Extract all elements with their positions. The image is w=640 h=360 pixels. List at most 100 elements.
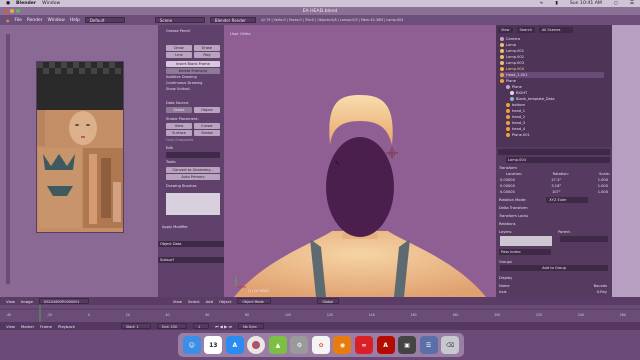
search-icon[interactable]: ○ (614, 1, 618, 6)
poly-button[interactable]: Poly (194, 52, 220, 58)
layers-grid[interactable] (500, 236, 552, 246)
image-menu[interactable]: Image (21, 299, 33, 304)
mesh-icon (506, 127, 510, 131)
drawing-brushes-header[interactable]: Drawing Brushes (166, 184, 197, 188)
convert-to-geometry-button[interactable]: Convert to Geometry... (166, 167, 220, 173)
only-endpoints-check[interactable]: Only Endpoints (166, 138, 193, 142)
object-source-button[interactable]: Object (194, 107, 220, 113)
auto-primary-button[interactable]: Auto Primary (166, 174, 220, 180)
android-icon[interactable]: ▲ (268, 336, 287, 354)
end-frame-field[interactable]: End: 250 (156, 323, 187, 329)
screenshot-icon[interactable]: ▣ (398, 336, 417, 354)
uv-texture-image[interactable] (36, 61, 124, 233)
start-frame-field[interactable]: Start: 1 (120, 323, 151, 329)
3d-viewport[interactable]: User Ortho (1) EA HEAD (224, 25, 496, 297)
timeline-editor[interactable]: -40 -20 0 20 40 60 80 100 120 140 160 180 200 220 240 2… (0, 305, 640, 322)
creative-cloud-icon[interactable]: ∞ (355, 336, 374, 354)
display-options-row-2[interactable]: Axis X-Ray (499, 289, 607, 295)
object-data-selector[interactable]: Object Data (158, 241, 224, 247)
rotation-mode-row[interactable]: Rotation Mode: XYZ Euler (499, 197, 589, 203)
apple-icon[interactable]: ● (6, 1, 10, 6)
view-placement-button[interactable]: View (166, 123, 192, 129)
scene-source-button[interactable]: Scene (166, 107, 192, 113)
grease-pencil-header[interactable]: Grease Pencil (166, 29, 190, 33)
timeline-playback-menu[interactable]: Playback (58, 324, 75, 329)
additive-drawing-check[interactable]: Additive Drawing (166, 75, 197, 79)
zoom-window-button[interactable] (16, 9, 20, 13)
timeline-marker-menu[interactable]: Marker (21, 324, 34, 329)
finder-icon[interactable]: ☺ (182, 336, 201, 354)
blender-icon[interactable]: ◉ (333, 336, 352, 354)
trash-icon[interactable]: ⌫ (441, 336, 460, 354)
delta-transform-header[interactable]: Delta Transform (499, 205, 528, 211)
display-header[interactable]: Display (499, 275, 512, 281)
stroke-placement-label: Stroke Placement: (166, 117, 199, 121)
photos-icon[interactable]: ✿ (311, 336, 330, 354)
current-frame-field[interactable]: 1 (192, 323, 209, 329)
viewport-object-menu[interactable]: Object (219, 299, 231, 304)
layout-selector[interactable]: Default (84, 17, 125, 23)
notes-icon[interactable]: ☰ (419, 336, 438, 354)
line-button[interactable]: Line (166, 52, 192, 58)
transform-row-z[interactable]: 0.00000 107° 1.000 (500, 189, 608, 195)
acrobat-icon[interactable]: A (376, 336, 395, 354)
mesh-icon (506, 133, 510, 137)
menu-file[interactable]: File (15, 18, 22, 23)
insert-blank-frame-button[interactable]: Insert Blank Frame (166, 61, 220, 67)
lamp-icon (500, 49, 504, 53)
draw-button[interactable]: Draw (166, 45, 192, 51)
menu-render[interactable]: Render (27, 18, 43, 23)
erase-button[interactable]: Erase (194, 45, 220, 51)
menu-icon[interactable]: ☰ (630, 1, 634, 6)
apply-modifier-header[interactable]: Apply Modifier (162, 225, 188, 229)
cursor-placement-button[interactable]: Cursor (194, 123, 220, 129)
delete-frame-button[interactable]: Delete Frame(s) (166, 68, 220, 74)
viewport-view-menu[interactable]: View (173, 299, 182, 304)
image-name-field[interactable]: DSC04600P.0000001 (38, 298, 89, 304)
calendar-icon[interactable]: 13 (204, 336, 223, 354)
image-view-menu[interactable]: View (6, 299, 15, 304)
menu-help[interactable]: Help (70, 18, 80, 23)
mode-selector[interactable]: Object Mode (237, 298, 272, 304)
parent-field[interactable] (560, 236, 608, 242)
wifi-icon[interactable]: ≈ (539, 1, 543, 6)
settings-icon[interactable]: ⚙ (290, 336, 309, 354)
stroke-placement-button[interactable]: Stroke (194, 130, 220, 136)
chrome-icon[interactable] (247, 336, 266, 354)
menu-window[interactable]: Window (48, 18, 65, 23)
app-menu[interactable]: Blender (16, 1, 36, 6)
timeline-view-menu[interactable]: View (6, 324, 15, 329)
outliner-row-plane-001[interactable]: Plane.001 (506, 132, 530, 138)
minimize-window-button[interactable] (10, 9, 14, 13)
viewport-select-menu[interactable]: Select (188, 299, 200, 304)
outliner-search-menu[interactable]: Search (516, 27, 535, 33)
playback-controls[interactable]: ⏮ ◀ ▶ ⏭ (215, 324, 232, 329)
show-unitvol-check[interactable]: Show Unitvol. (166, 87, 191, 91)
relations-header[interactable]: Relations (499, 221, 516, 227)
properties-tab-bar[interactable] (498, 149, 610, 155)
surface-placement-button[interactable]: Surface (166, 130, 192, 136)
add-to-group-button[interactable]: Add to Group (500, 265, 608, 271)
window-menu[interactable]: Window (42, 1, 60, 6)
outliner-scenes-selector[interactable]: All Scenes (538, 27, 573, 33)
render-engine-selector[interactable]: Blender Render (209, 17, 256, 23)
battery-icon[interactable]: ▮ (555, 1, 558, 6)
properties-panel: Lamp.004 Transform Location: Rotation: S… (496, 147, 612, 297)
object-name-field[interactable]: Lamp.004 (506, 157, 610, 163)
close-window-button[interactable] (4, 9, 8, 13)
pass-index-field[interactable]: Pass Index: (499, 249, 551, 255)
blender-logo-icon[interactable]: ◉ (6, 18, 10, 23)
timeline-frame-menu[interactable]: Frame (40, 324, 52, 329)
transform-locks-header[interactable]: Transform Locks (499, 213, 528, 219)
subsurf-selector[interactable]: Subsurf (158, 257, 224, 263)
orientation-selector[interactable]: Global (317, 298, 340, 304)
viewport-add-menu[interactable]: Add (206, 299, 213, 304)
outliner-view-menu[interactable]: View (498, 27, 513, 33)
scene-selector[interactable]: Scene (154, 17, 205, 23)
clock[interactable]: Sun 10:41 AM (570, 1, 602, 6)
continuous-drawing-check[interactable]: Continuous Drawing (166, 81, 202, 85)
sync-selector[interactable]: No Sync (238, 323, 265, 329)
app-store-icon[interactable]: A (225, 336, 244, 354)
drawing-brushes-list[interactable] (166, 193, 220, 215)
edit-toolbar[interactable] (166, 152, 220, 158)
